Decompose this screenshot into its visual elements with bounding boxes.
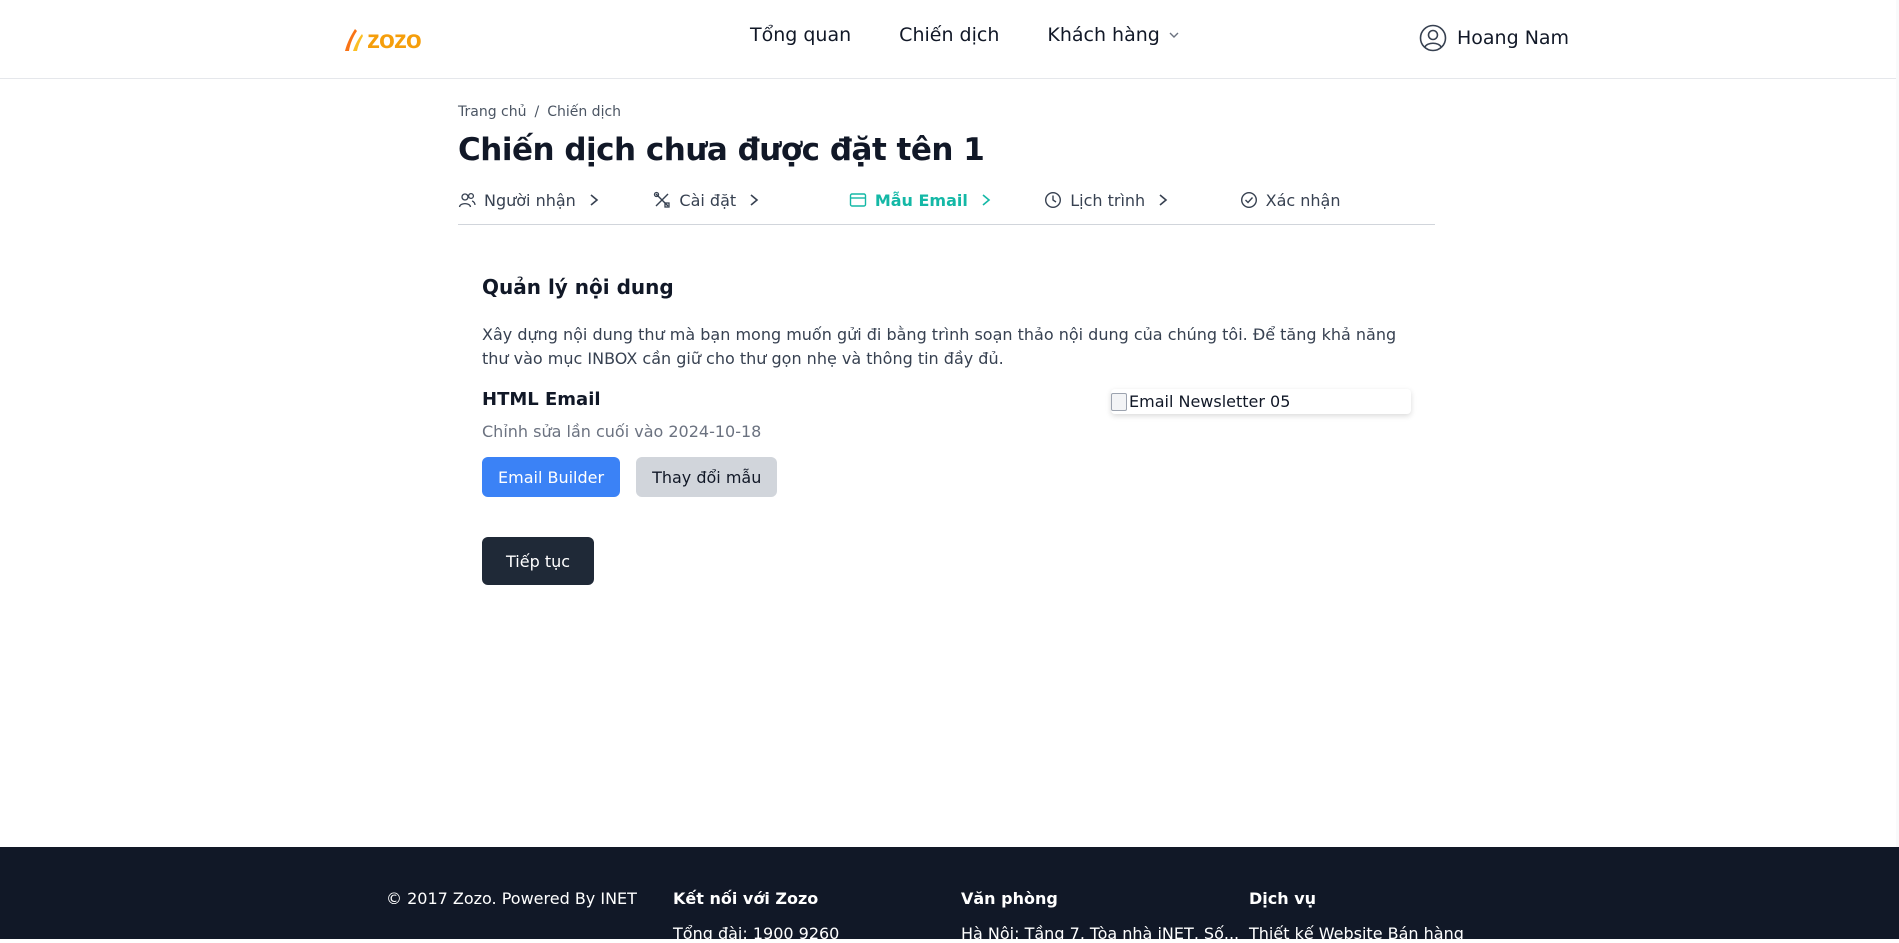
user-name: Hoang Nam	[1457, 27, 1570, 49]
breadcrumb: Trang chủ / Chiến dịch	[458, 104, 1435, 120]
chevron-right-icon	[1159, 194, 1168, 206]
zozo-logo[interactable]: zozo	[343, 22, 422, 56]
breadcrumb-current[interactable]: Chiến dịch	[547, 104, 621, 120]
browser-window-icon	[849, 193, 867, 207]
footer-service-col: Dịch vụ Thiết kế Website Bán hàng	[1249, 889, 1464, 943]
chevron-down-icon	[1169, 32, 1179, 38]
nav-item-overview[interactable]: Tổng quan	[750, 24, 851, 46]
nav-item-label: Tổng quan	[750, 24, 852, 46]
breadcrumb-home[interactable]: Trang chủ	[458, 104, 526, 120]
continue-button[interactable]: Tiếp tục	[482, 537, 595, 585]
user-avatar-icon	[1419, 24, 1447, 52]
check-circle-icon	[1240, 191, 1257, 209]
footer-office-line: Hà Nội: Tầng 7, Tòa nhà iNET, Số...	[961, 924, 1240, 943]
step-label: Lịch trình	[1070, 190, 1146, 210]
html-email-title: HTML Email	[482, 389, 601, 410]
footer-service-line: Thiết kế Website Bán hàng	[1249, 924, 1464, 943]
html-email-row: HTML Email Chỉnh sửa lần cuối vào 2024-1…	[482, 389, 1411, 497]
html-email-info: HTML Email Chỉnh sửa lần cuối vào 2024-1…	[482, 389, 1042, 497]
footer-connect-title: Kết nối với Zozo	[673, 889, 819, 908]
step-label: Người nhận	[484, 190, 576, 210]
nav-item-customers[interactable]: Khách hàng	[1047, 24, 1179, 46]
content-panel: Quản lý nội dung Xây dựng nội dung thư m…	[458, 275, 1435, 585]
nav-item-campaigns[interactable]: Chiến dịch	[899, 24, 999, 46]
main-content: Trang chủ / Chiến dịch Chiến dịch chưa đ…	[458, 78, 1435, 585]
section-description: Xây dựng nội dung thư mà bạn mong muốn g…	[482, 325, 1397, 368]
top-header: zozo Tổng quan Chiến dịch Khách hàng Hoa…	[0, 0, 1899, 79]
step-schedule[interactable]: Lịch trình	[1044, 184, 1239, 216]
footer-copyright-col: © 2017 Zozo. Powered By INET	[386, 889, 637, 908]
page-title: Chiến dịch chưa được đặt tên 1	[458, 132, 985, 168]
campaign-steps: Người nhận Cài đặt Mẫu Email Lịch trình …	[458, 184, 1435, 225]
step-label: Cài đặt	[679, 190, 737, 210]
footer: © 2017 Zozo. Powered By INET Kết nối với…	[0, 847, 1899, 943]
step-label: Mẫu Email	[874, 190, 968, 210]
email-builder-button[interactable]: Email Builder	[482, 457, 621, 497]
user-menu[interactable]: Hoang Nam	[1419, 24, 1569, 52]
template-actions: Email Builder Thay đổi mẫu	[482, 457, 1042, 497]
section-title: Quản lý nội dung	[482, 275, 674, 299]
footer-connect-col: Kết nối với Zozo Tổng đài: 1900 9260	[673, 889, 839, 943]
step-label: Xác nhận	[1265, 190, 1341, 210]
footer-connect-line: Tổng đài: 1900 9260	[673, 924, 840, 943]
change-template-button[interactable]: Thay đổi mẫu	[636, 457, 778, 497]
email-thumbnail[interactable]: Email Newsletter 05	[1111, 389, 1411, 414]
tools-icon	[654, 191, 671, 208]
step-email-template[interactable]: Mẫu Email	[849, 184, 1044, 216]
main-nav: Tổng quan Chiến dịch Khách hàng	[750, 24, 1180, 46]
footer-office-title: Văn phòng	[961, 889, 1058, 908]
step-recipients[interactable]: Người nhận	[458, 184, 653, 216]
footer-office-col: Văn phòng Hà Nội: Tầng 7, Tòa nhà iNET, …	[961, 889, 1239, 943]
chevron-right-icon	[590, 194, 599, 206]
step-confirm[interactable]: Xác nhận	[1240, 184, 1435, 216]
thumbnail-alt-text: Email Newsletter 05	[1129, 392, 1291, 411]
broken-image-icon	[1111, 392, 1127, 411]
logo-mark-icon	[345, 29, 363, 51]
footer-copyright: © 2017 Zozo. Powered By INET	[386, 889, 637, 908]
nav-item-label: Chiến dịch	[899, 24, 1000, 46]
logo-text: zozo	[367, 23, 422, 54]
nav-item-label: Khách hàng	[1047, 24, 1160, 46]
last-edited-text: Chỉnh sửa lần cuối vào 2024-10-18	[482, 422, 762, 441]
clock-icon	[1045, 191, 1062, 209]
chevron-right-icon	[982, 194, 991, 206]
chevron-right-icon	[750, 194, 759, 206]
step-settings[interactable]: Cài đặt	[653, 184, 848, 216]
breadcrumb-separator: /	[534, 104, 540, 120]
footer-service-title: Dịch vụ	[1249, 889, 1317, 908]
users-icon	[458, 192, 476, 208]
